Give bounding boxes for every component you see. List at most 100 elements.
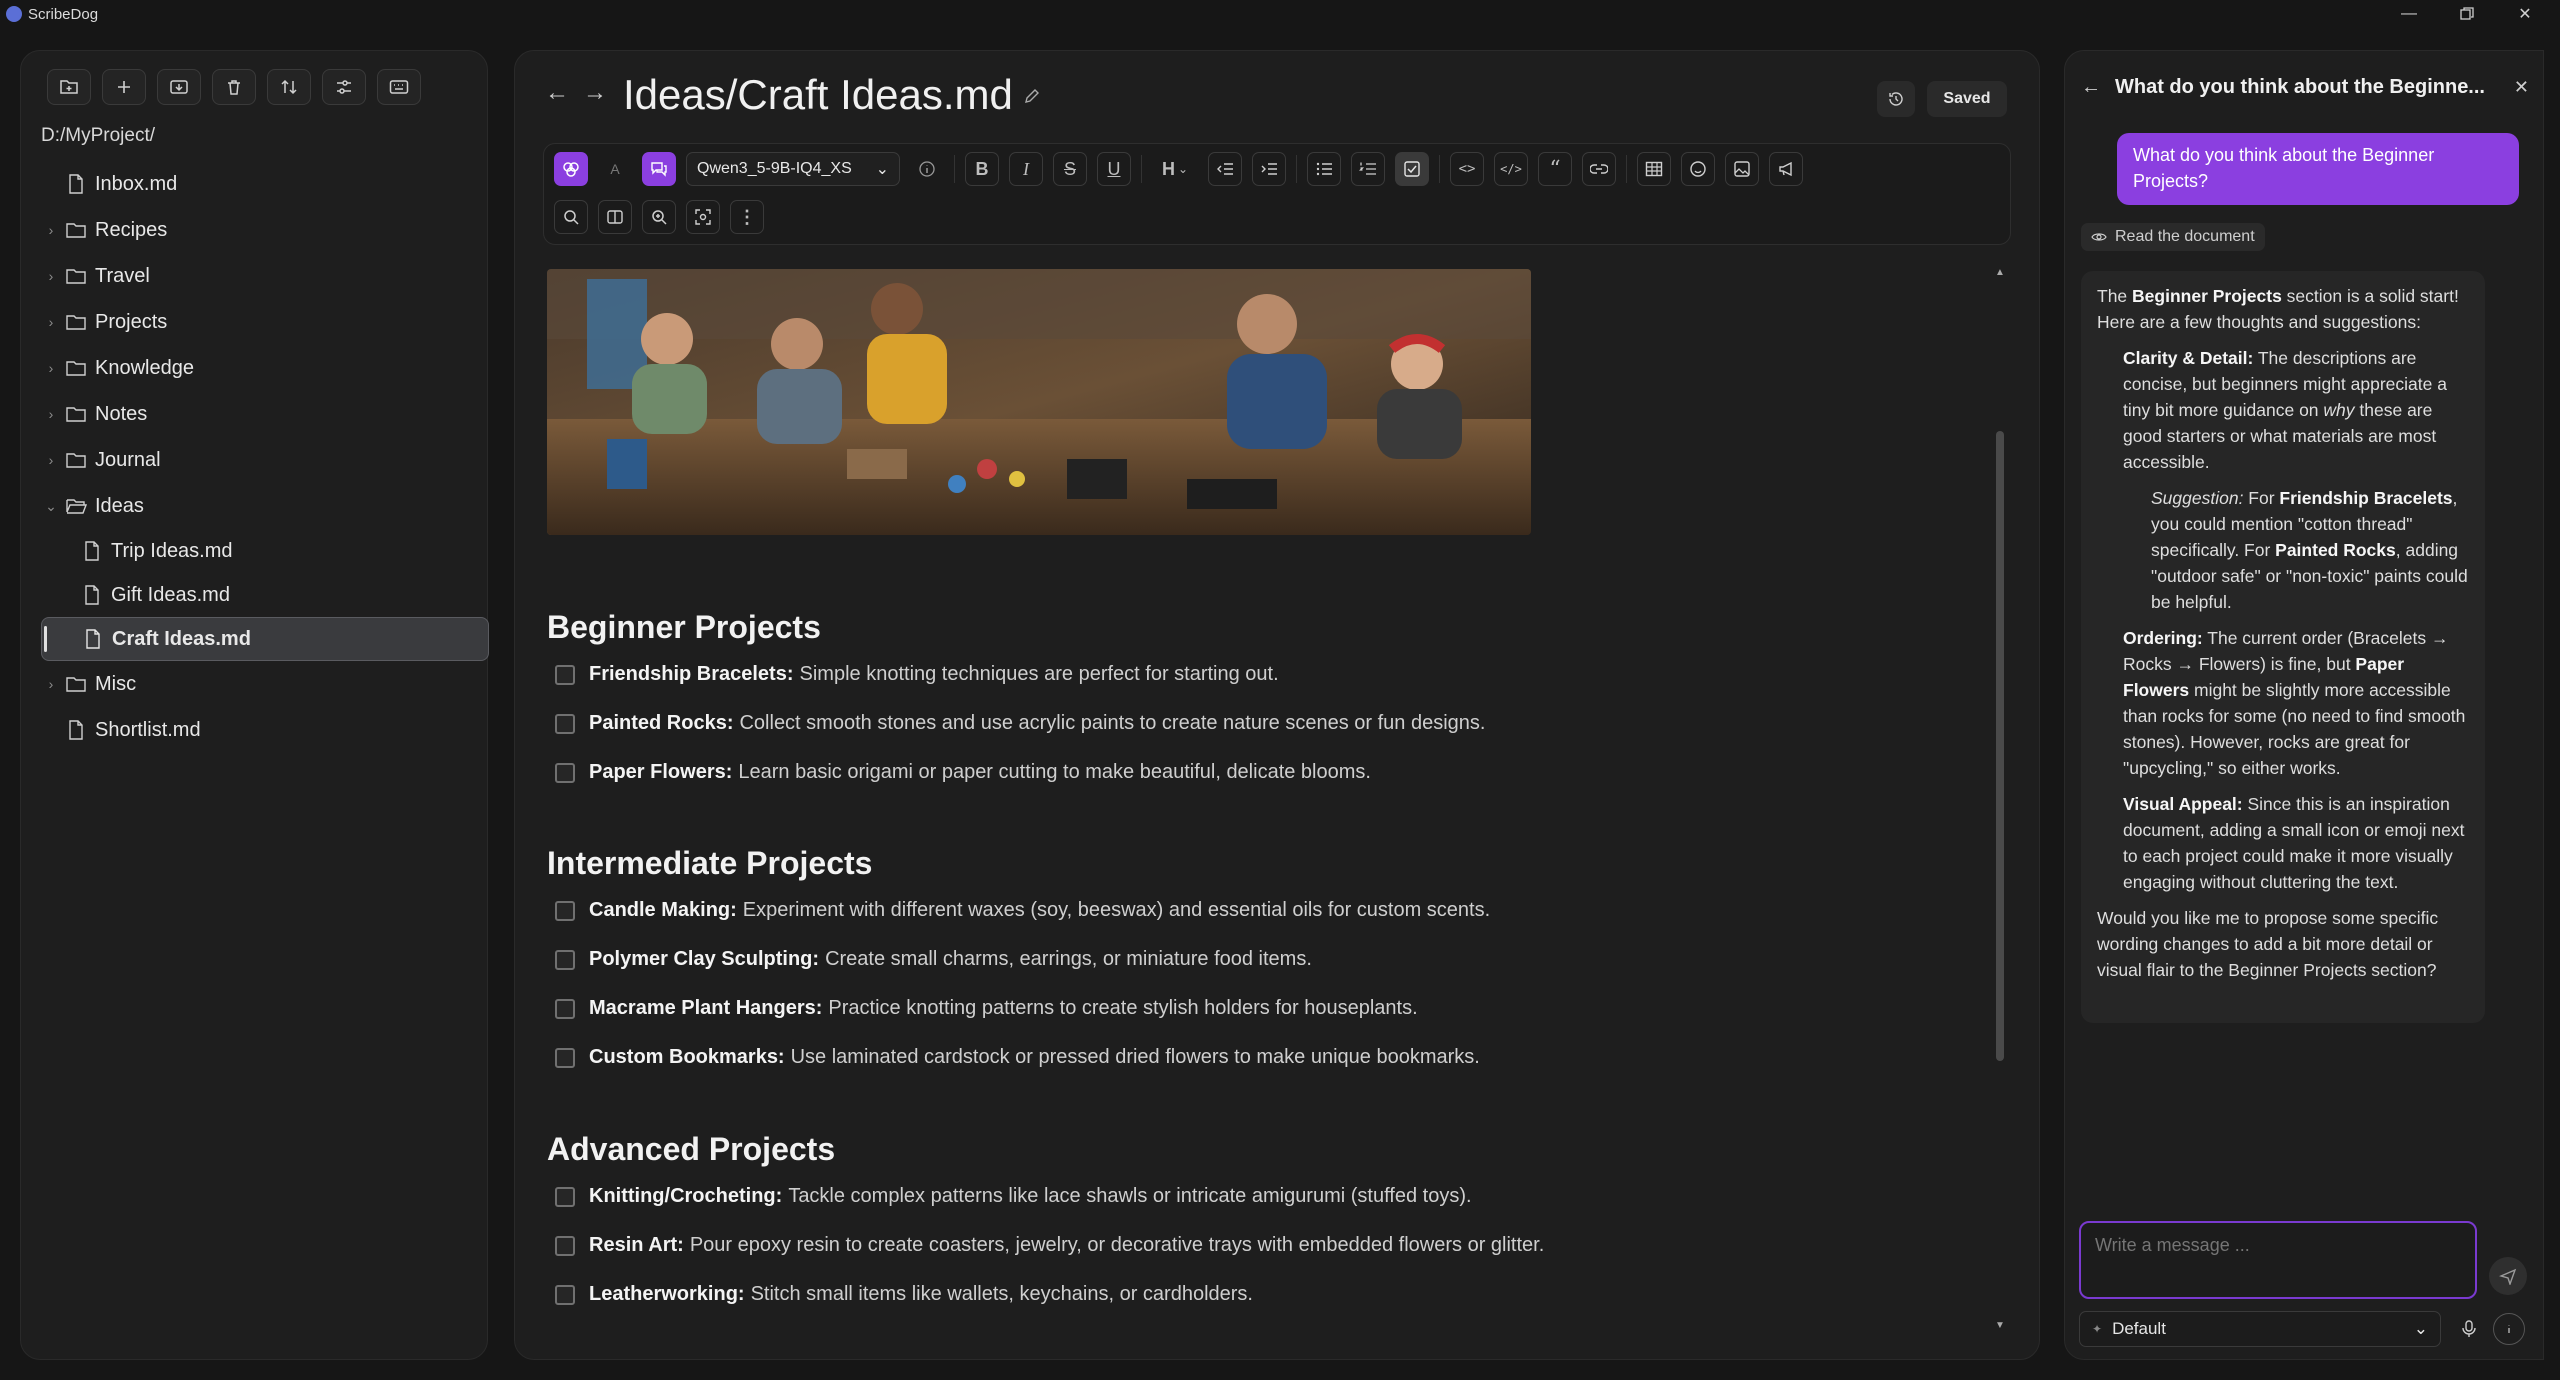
italic-button[interactable]: I bbox=[1009, 152, 1043, 186]
task-checkbox[interactable] bbox=[555, 1047, 575, 1068]
numbered-list-button[interactable] bbox=[1351, 152, 1385, 186]
rename-pencil-icon[interactable] bbox=[1023, 87, 1041, 110]
tree-folder-notes[interactable]: › Notes bbox=[41, 391, 489, 437]
message-input[interactable] bbox=[2079, 1221, 2477, 1299]
bold-button[interactable]: B bbox=[965, 152, 999, 186]
chat-info-button[interactable] bbox=[2493, 1313, 2525, 1345]
task-checkbox[interactable] bbox=[555, 949, 575, 970]
task-checkbox[interactable] bbox=[555, 1284, 575, 1305]
tree-file-trip-ideas[interactable]: Trip Ideas.md bbox=[41, 529, 489, 573]
new-folder-button[interactable] bbox=[47, 69, 91, 105]
model-info-button[interactable] bbox=[910, 152, 944, 186]
restore-icon[interactable] bbox=[2438, 0, 2496, 28]
plus-icon bbox=[118, 81, 130, 93]
quote-button[interactable]: “ bbox=[1538, 152, 1572, 186]
task-name: Knitting/Crocheting: bbox=[589, 1185, 783, 1207]
delete-button[interactable] bbox=[212, 69, 256, 105]
heading-icon: H bbox=[1161, 158, 1175, 179]
model-select[interactable]: Qwen3_5-9B-IQ4_XS ⌄ bbox=[686, 152, 900, 186]
tree-item-label: Knowledge bbox=[95, 356, 194, 379]
chevron-right-icon[interactable]: › bbox=[41, 676, 61, 692]
back-arrow-icon[interactable]: ← bbox=[2081, 76, 2101, 99]
focus-mode-button[interactable] bbox=[686, 200, 720, 234]
chevron-right-icon[interactable]: › bbox=[41, 268, 61, 284]
chevron-right-icon[interactable]: › bbox=[41, 222, 61, 238]
sort-button[interactable] bbox=[267, 69, 311, 105]
ai-assistant-button[interactable] bbox=[554, 152, 588, 186]
tree-folder-recipes[interactable]: › Recipes bbox=[41, 207, 489, 253]
import-button[interactable] bbox=[157, 69, 201, 105]
bold-icon: B bbox=[975, 158, 989, 179]
tree-folder-travel[interactable]: › Travel bbox=[41, 253, 489, 299]
magic-text-button[interactable]: A bbox=[598, 152, 632, 186]
task-checkbox[interactable] bbox=[555, 762, 575, 783]
underline-button[interactable]: U bbox=[1097, 152, 1131, 186]
sidebar-toolbar bbox=[47, 69, 421, 105]
inline-code-button[interactable]: <> bbox=[1450, 152, 1484, 186]
microphone-button[interactable] bbox=[2453, 1313, 2485, 1345]
indent-button[interactable] bbox=[1252, 152, 1286, 186]
task-checkbox[interactable] bbox=[555, 998, 575, 1019]
more-options-button[interactable]: ⋮ bbox=[730, 200, 764, 234]
bullet-list-button[interactable] bbox=[1307, 152, 1341, 186]
chevron-right-icon[interactable]: › bbox=[41, 360, 61, 376]
image-button[interactable] bbox=[1725, 152, 1759, 186]
tree-file-shortlist[interactable]: Shortlist.md bbox=[41, 707, 489, 753]
keyboard-button[interactable] bbox=[377, 69, 421, 105]
emoji-button[interactable] bbox=[1681, 152, 1715, 186]
forward-arrow-icon[interactable]: → bbox=[583, 79, 607, 107]
scrollbar-thumb[interactable] bbox=[1996, 431, 2004, 1061]
tree-folder-misc[interactable]: › Misc bbox=[41, 661, 489, 707]
zoom-button[interactable] bbox=[642, 200, 676, 234]
chevron-down-icon[interactable]: ⌄ bbox=[41, 498, 61, 515]
tree-file-inbox[interactable]: Inbox.md bbox=[41, 161, 489, 207]
task-name: Leatherworking: bbox=[589, 1283, 745, 1305]
tool-call-badge[interactable]: Read the document bbox=[2081, 223, 2265, 251]
split-view-button[interactable] bbox=[598, 200, 632, 234]
close-icon[interactable]: ✕ bbox=[2514, 77, 2529, 98]
scroll-down-icon[interactable]: ▼ bbox=[1995, 1320, 2005, 1331]
chevron-right-icon[interactable]: › bbox=[41, 452, 61, 468]
tree-folder-journal[interactable]: › Journal bbox=[41, 437, 489, 483]
version-history-button[interactable] bbox=[1877, 81, 1915, 117]
send-button[interactable] bbox=[2489, 1257, 2527, 1295]
task-item: Paper Flowers: Learn basic origami or pap… bbox=[555, 761, 1371, 784]
mode-select[interactable]: ✦ Default ⌄ bbox=[2079, 1311, 2441, 1347]
tree-file-craft-ideas[interactable]: Craft Ideas.md bbox=[41, 617, 489, 661]
table-button[interactable] bbox=[1637, 152, 1671, 186]
bullet-list-icon bbox=[1316, 162, 1332, 176]
tool-call-label: Read the document bbox=[2115, 228, 2255, 245]
task-checkbox[interactable] bbox=[555, 664, 575, 685]
close-window-icon[interactable]: ✕ bbox=[2496, 0, 2554, 28]
folder-icon bbox=[65, 219, 87, 241]
ai-chat-button[interactable] bbox=[642, 152, 676, 186]
task-checkbox[interactable] bbox=[555, 900, 575, 921]
heading-button[interactable]: H ⌄ bbox=[1152, 152, 1198, 186]
task-list-button[interactable] bbox=[1395, 152, 1429, 186]
tree-folder-knowledge[interactable]: › Knowledge bbox=[41, 345, 489, 391]
chevron-right-icon[interactable]: › bbox=[41, 406, 61, 422]
task-checkbox[interactable] bbox=[555, 1235, 575, 1256]
task-item: Painted Rocks: Collect smooth stones and … bbox=[555, 712, 1485, 735]
tree-folder-projects[interactable]: › Projects bbox=[41, 299, 489, 345]
task-checkbox[interactable] bbox=[555, 1186, 575, 1207]
tree-file-gift-ideas[interactable]: Gift Ideas.md bbox=[41, 573, 489, 617]
search-button[interactable] bbox=[554, 200, 588, 234]
back-arrow-icon[interactable]: ← bbox=[545, 79, 569, 107]
strikethrough-button[interactable]: S bbox=[1053, 152, 1087, 186]
announce-button[interactable] bbox=[1769, 152, 1803, 186]
link-button[interactable] bbox=[1582, 152, 1616, 186]
chevron-right-icon[interactable]: › bbox=[41, 314, 61, 330]
minimize-icon[interactable]: — bbox=[2380, 0, 2438, 28]
editor-scrollbar[interactable]: ▲ ▼ bbox=[1993, 267, 2007, 1331]
info-icon bbox=[2508, 1325, 2510, 1333]
new-file-button[interactable] bbox=[102, 69, 146, 105]
task-checkbox[interactable] bbox=[555, 713, 575, 734]
outdent-button[interactable] bbox=[1208, 152, 1242, 186]
saved-status-button[interactable]: Saved bbox=[1927, 81, 2007, 117]
tree-folder-ideas[interactable]: ⌄ Ideas bbox=[41, 483, 489, 529]
code-block-button[interactable]: </> bbox=[1494, 152, 1528, 186]
filter-button[interactable] bbox=[322, 69, 366, 105]
scroll-up-icon[interactable]: ▲ bbox=[1995, 267, 2005, 278]
history-icon bbox=[1889, 92, 1903, 106]
